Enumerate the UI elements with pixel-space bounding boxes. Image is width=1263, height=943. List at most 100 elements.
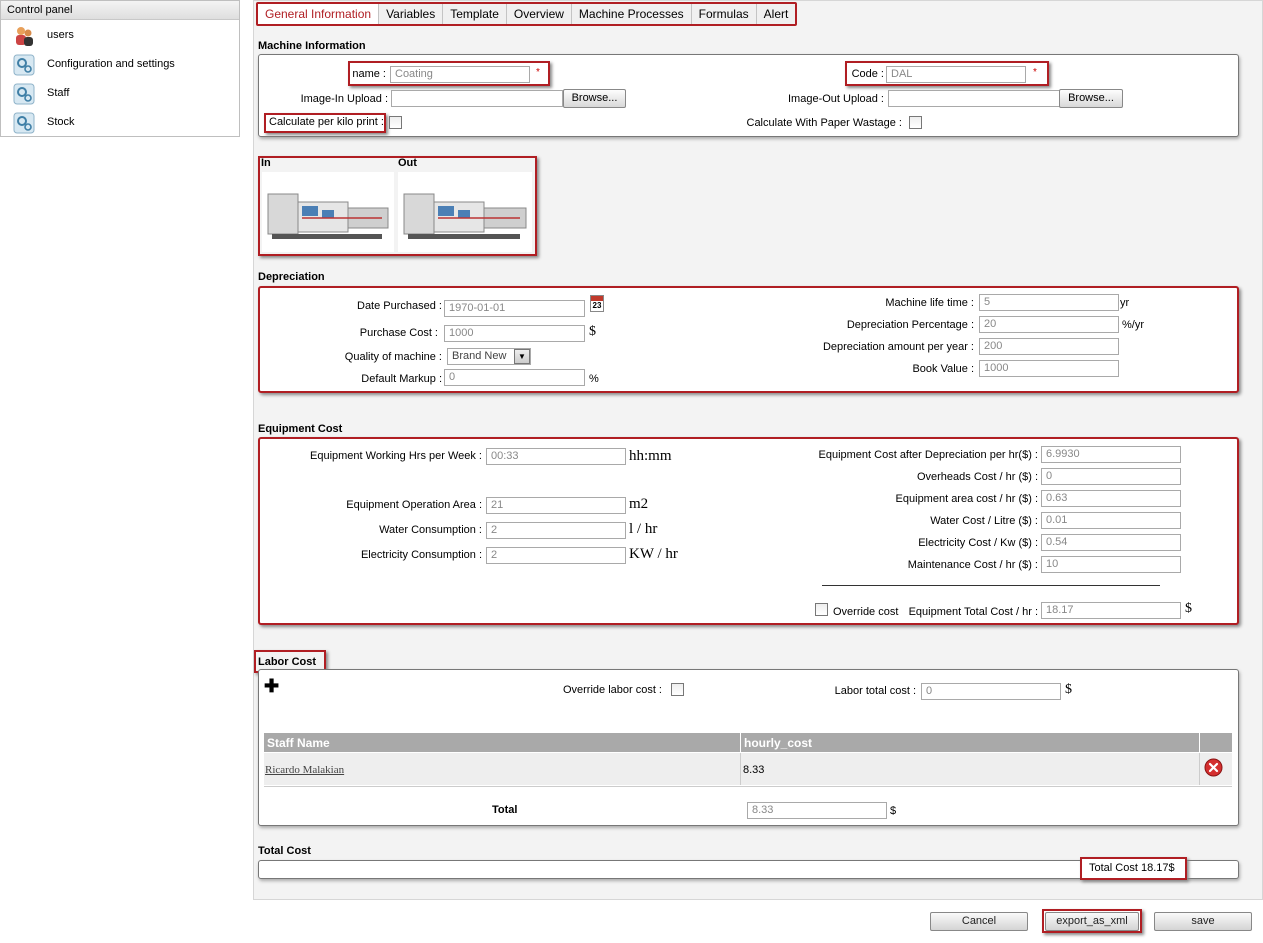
sidebar-item-users[interactable]: users [1,21,239,50]
tab-variables[interactable]: Variables [379,4,444,24]
dep-percentage-input[interactable]: 20 [979,316,1119,333]
sidebar-item-staff[interactable]: Staff [1,79,239,108]
machine-in-image [262,172,394,252]
chevron-down-icon[interactable]: ▼ [514,349,530,364]
override-labor-checkbox[interactable] [671,683,684,696]
control-panel-sidebar: Control panel users Configuration and se… [0,0,240,137]
machine-out-image [398,172,532,252]
electricity-consumption-input[interactable]: 2 [486,547,626,564]
calc-paper-wastage-checkbox[interactable] [909,116,922,129]
tab-formulas[interactable]: Formulas [692,4,757,24]
labor-footer-unit: $ [890,805,897,817]
image-out-file-input[interactable] [888,90,1060,107]
calendar-day: 23 [592,301,602,310]
settings-gear-icon [13,83,35,105]
tab-machine-processes[interactable]: Machine Processes [572,4,692,24]
electricity-cost-label: Electricity Cost / Kw ($) : [918,537,1038,549]
image-out-browse-button[interactable]: Browse... [1059,89,1123,108]
sidebar-item-label: Staff [47,87,70,99]
life-time-input[interactable]: 5 [979,294,1119,311]
calendar-icon[interactable]: 23 [590,295,604,312]
working-hrs-label: Equipment Working Hrs per Week : [310,450,482,462]
maintenance-cost-label: Maintenance Cost / hr ($) : [907,559,1038,571]
calc-per-kilo-label: Calculate per kilo print : [269,116,384,128]
tab-overview[interactable]: Overview [507,4,572,24]
labor-total-input[interactable]: 0 [921,683,1061,700]
tab-alert[interactable]: Alert [757,4,796,24]
area-cost-input[interactable]: 0.63 [1041,490,1181,507]
tab-general-information[interactable]: General Information [258,4,380,24]
required-mark: * [1033,67,1037,78]
purchase-cost-input[interactable]: 1000 [444,325,585,342]
export-xml-button[interactable]: export_as_xml [1045,912,1139,931]
add-staff-icon[interactable]: ✚ [264,677,279,695]
image-out-upload-label: Image-Out Upload : [788,93,884,105]
users-icon [16,27,33,46]
save-button[interactable]: save [1154,912,1252,931]
overheads-input[interactable]: 0 [1041,468,1181,485]
labor-footer-label: Total [492,804,518,816]
column-header-staff-name: Staff Name [264,733,740,752]
labor-total-unit: $ [1065,682,1072,697]
sidebar-item-stock[interactable]: Stock [1,108,239,137]
column-divider [740,753,741,785]
operation-area-input[interactable]: 21 [486,497,626,514]
book-value-input[interactable]: 1000 [979,360,1119,377]
staff-name-link[interactable]: Ricardo Malakian [265,764,344,776]
water-consumption-input[interactable]: 2 [486,522,626,539]
dep-percentage-unit: %/yr [1122,319,1144,331]
working-hrs-input[interactable]: 00:33 [486,448,626,465]
override-cost-checkbox[interactable] [815,603,828,616]
machine-information-title: Machine Information [258,40,366,52]
depreciation-title: Depreciation [258,271,325,283]
delete-icon[interactable] [1204,758,1223,777]
cost-after-dep-input[interactable]: 6.9930 [1041,446,1181,463]
image-in-upload-label: Image-In Upload : [300,93,388,105]
date-purchased-label: Date Purchased : [357,300,442,312]
sidebar-item-configuration[interactable]: Configuration and settings [1,50,239,79]
cost-after-dep-label: Equipment Cost after Depreciation per hr… [818,449,1039,461]
water-consumption-unit: l / hr [629,521,658,537]
life-time-label: Machine life time : [885,297,974,309]
dep-amount-input[interactable]: 200 [979,338,1119,355]
total-cost-title: Total Cost [258,845,311,857]
labor-cost-title: Labor Cost [258,656,317,668]
quality-label: Quality of machine : [344,351,442,363]
book-value-label: Book Value : [912,363,974,375]
tab-template[interactable]: Template [443,4,507,24]
dep-amount-label: Depreciation amount per year : [822,341,974,353]
electricity-consumption-label: Electricity Consumption : [360,549,482,561]
date-purchased-input[interactable]: 1970-01-01 [444,300,585,317]
image-in-browse-button[interactable]: Browse... [563,89,626,108]
purchase-cost-unit: $ [589,324,596,339]
code-input[interactable]: DAL [886,66,1026,83]
calc-per-kilo-checkbox[interactable] [389,116,402,129]
life-time-unit: yr [1120,297,1130,309]
equipment-total-input[interactable]: 18.17 [1041,602,1181,619]
overheads-label: Overheads Cost / hr ($) : [916,471,1038,483]
calc-paper-wastage-label: Calculate With Paper Wastage : [746,117,903,129]
code-label: Code : [851,68,884,80]
equipment-total-unit: $ [1185,601,1192,616]
name-input[interactable]: Coating [390,66,530,83]
tab-bar: General Information Variables Template O… [256,2,798,26]
hourly-cost-value: 8.33 [743,764,765,776]
image-in-file-input[interactable] [391,90,563,107]
cancel-button[interactable]: Cancel [930,912,1028,931]
default-markup-label: Default Markup : [361,373,442,385]
water-consumption-label: Water Consumption : [379,524,482,536]
maintenance-cost-input[interactable]: 10 [1041,556,1181,573]
water-cost-input[interactable]: 0.01 [1041,512,1181,529]
working-hrs-unit: hh:mm [629,448,672,464]
settings-gear-icon [13,112,35,134]
dep-percentage-label: Depreciation Percentage : [846,319,974,331]
column-header-actions [1200,733,1232,752]
column-header-hourly-cost: hourly_cost [741,733,1199,752]
image-in-label: In [261,157,271,169]
divider [822,585,1160,586]
override-cost-label: Override cost [833,606,899,618]
labor-footer-input[interactable]: 8.33 [747,802,887,819]
default-markup-input[interactable]: 0 [444,369,585,386]
electricity-cost-input[interactable]: 0.54 [1041,534,1181,551]
operation-area-label: Equipment Operation Area : [346,499,482,511]
